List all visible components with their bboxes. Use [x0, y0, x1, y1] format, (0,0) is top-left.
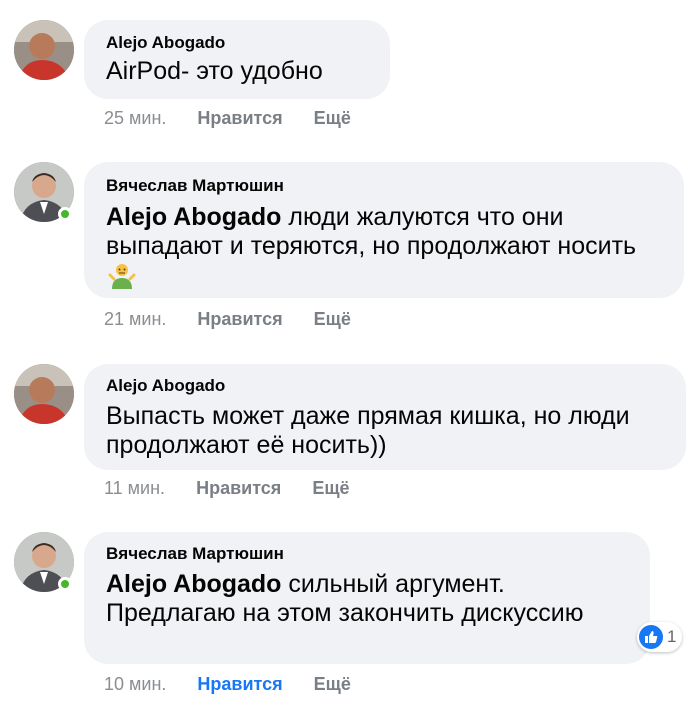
comment-actions: 25 мин. Нравится Ещё	[104, 108, 377, 129]
avatar[interactable]	[14, 364, 74, 424]
like-button[interactable]: Нравится	[196, 478, 281, 498]
online-status-indicator	[58, 577, 72, 591]
comment-author[interactable]: Вячеслав Мартюшин	[106, 175, 662, 197]
like-button[interactable]: Нравится	[197, 674, 282, 694]
comment-text: Alejo Abogado сильный аргумент. Предлага…	[106, 570, 628, 628]
mention-link[interactable]: Alejo Abogado	[106, 203, 281, 231]
comment-bubble: Alejo Abogado Выпасть может даже прямая …	[84, 364, 686, 470]
comment-bubble: Вячеслав Мартюшин Alejo Abogado люди жал…	[84, 162, 684, 298]
more-button[interactable]: Ещё	[314, 309, 351, 329]
avatar-image	[14, 364, 74, 424]
mention-link[interactable]: Alejo Abogado	[106, 570, 281, 598]
comment-time[interactable]: 21 мин.	[104, 309, 166, 329]
comment-bubble: Вячеслав Мартюшин Alejo Abogado сильный …	[84, 532, 650, 664]
comment-actions: 10 мин. Нравится Ещё	[104, 674, 377, 695]
comment-author[interactable]: Вячеслав Мартюшин	[106, 543, 628, 565]
person-shrugging-emoji	[108, 261, 136, 296]
reaction-count: 1	[667, 627, 677, 646]
comment-text: Alejo Abogado люди жалуются что они выпа…	[106, 203, 662, 296]
comment-time[interactable]: 11 мин.	[104, 478, 165, 498]
comment-actions: 21 мин. Нравится Ещё	[104, 309, 377, 330]
comment-author[interactable]: Alejo Abogado	[106, 375, 664, 397]
comment-time[interactable]: 10 мин.	[104, 674, 166, 694]
like-button[interactable]: Нравится	[197, 108, 282, 128]
comment-author[interactable]: Alejo Abogado	[106, 32, 368, 54]
avatar-image	[14, 20, 74, 80]
comment-bubble: Alejo Abogado AirPod- это удобно	[84, 20, 390, 99]
more-button[interactable]: Ещё	[314, 108, 351, 128]
online-status-indicator	[58, 207, 72, 221]
reaction-summary[interactable]: 1	[637, 622, 683, 652]
like-reaction-icon	[639, 625, 663, 649]
comment-text: AirPod- это удобно	[106, 57, 323, 85]
comment-time[interactable]: 25 мин.	[104, 108, 166, 128]
comment-text: Выпасть может даже прямая кишка, но люди…	[106, 402, 630, 459]
more-button[interactable]: Ещё	[312, 478, 349, 498]
more-button[interactable]: Ещё	[314, 674, 351, 694]
like-button[interactable]: Нравится	[197, 309, 282, 329]
comment-actions: 11 мин. Нравится Ещё	[104, 478, 376, 499]
avatar[interactable]	[14, 20, 74, 80]
